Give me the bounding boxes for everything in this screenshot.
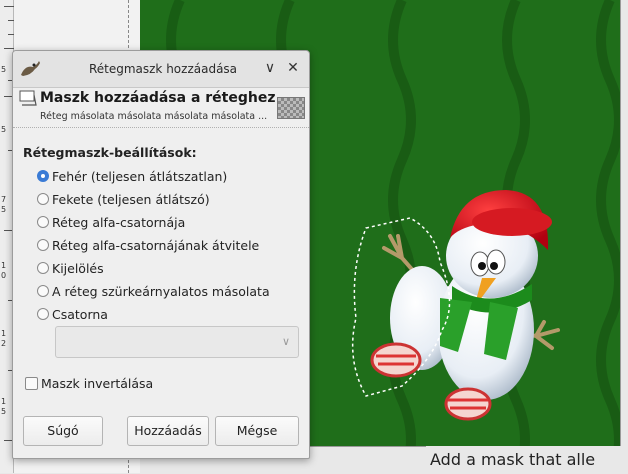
ruler-label: 5 xyxy=(1,205,7,214)
option-label: Csatorna xyxy=(52,306,108,322)
option-label: Réteg alfa-csatornája xyxy=(52,214,186,230)
ruler-label: 0 xyxy=(1,271,7,280)
ruler-label: 7 xyxy=(1,195,7,204)
ruler-label: 1 xyxy=(1,397,7,406)
dialog-titlebar[interactable]: Rétegmaszk hozzáadása ∨ ✕ xyxy=(13,51,309,88)
ruler-label: 5 xyxy=(1,407,7,416)
option-white[interactable]: Fehér (teljesen átlátszatlan) xyxy=(37,166,227,186)
invert-mask-option[interactable]: Maszk invertálása xyxy=(25,373,153,393)
option-label: A réteg szürkeárnyalatos másolata xyxy=(52,283,270,299)
cancel-button[interactable]: Mégse xyxy=(215,416,299,446)
header-subtitle: Réteg másolata másolata másolata másolat… xyxy=(40,111,268,122)
option-selection[interactable]: Kijelölés xyxy=(37,258,104,278)
mask-options-label: Rétegmaszk-beállítások: xyxy=(23,145,197,160)
ruler-tick xyxy=(4,6,14,7)
radio-button[interactable] xyxy=(37,216,49,228)
option-alpha[interactable]: Réteg alfa-csatornája xyxy=(37,212,185,232)
add-layer-mask-dialog: Rétegmaszk hozzáadása ∨ ✕ Maszk hozzáadá… xyxy=(12,50,310,459)
ruler-label: 5 xyxy=(1,65,7,74)
option-label: Réteg alfa-csatornájának átvitele xyxy=(52,237,260,253)
option-black[interactable]: Fekete (teljesen átlátszó) xyxy=(37,189,210,209)
option-grayscale-copy[interactable]: A réteg szürkeárnyalatos másolata xyxy=(37,281,270,301)
option-channel[interactable]: Csatorna xyxy=(37,304,108,324)
radio-button[interactable] xyxy=(37,308,49,320)
option-label: Fekete (teljesen átlátszó) xyxy=(52,191,210,207)
radio-button[interactable] xyxy=(37,193,49,205)
close-button[interactable]: ✕ xyxy=(284,59,302,77)
canvas-scroll-edge xyxy=(620,0,628,446)
option-label: Kijelölés xyxy=(52,260,104,276)
invert-mask-label: Maszk invertálása xyxy=(41,375,154,391)
radio-button[interactable] xyxy=(37,239,49,251)
ruler-label: 5 xyxy=(1,125,7,134)
dialog-title: Rétegmaszk hozzáadása xyxy=(88,62,238,76)
minimize-button[interactable]: ∨ xyxy=(261,59,279,77)
tooltip-text: Add a mask that alle xyxy=(430,450,596,469)
header-title: Maszk hozzáadása a réteghez xyxy=(40,90,276,106)
gimp-icon xyxy=(21,61,40,76)
radio-button[interactable] xyxy=(37,285,49,297)
ruler-label: 2 xyxy=(1,339,7,348)
ruler-label: 1 xyxy=(1,261,7,270)
chevron-down-icon: ∨ xyxy=(281,335,290,348)
channel-select[interactable]: ∨ xyxy=(55,326,299,358)
help-button[interactable]: Súgó xyxy=(23,416,103,446)
invert-mask-checkbox[interactable] xyxy=(25,376,38,390)
ruler-tick xyxy=(4,48,14,49)
layer-thumbnail xyxy=(277,97,305,119)
add-button[interactable]: Hozzáadás xyxy=(127,416,209,446)
layer-mask-icon xyxy=(19,90,37,106)
tooltip: Add a mask that alle xyxy=(426,446,628,473)
radio-button[interactable] xyxy=(37,262,49,274)
dialog-header: Maszk hozzáadása a réteghez Réteg másola… xyxy=(13,87,309,128)
radio-button[interactable] xyxy=(37,170,49,182)
option-label: Fehér (teljesen átlátszatlan) xyxy=(52,168,228,184)
ruler-label: 1 xyxy=(1,329,7,338)
option-transfer-alpha[interactable]: Réteg alfa-csatornájának átvitele xyxy=(37,235,259,255)
